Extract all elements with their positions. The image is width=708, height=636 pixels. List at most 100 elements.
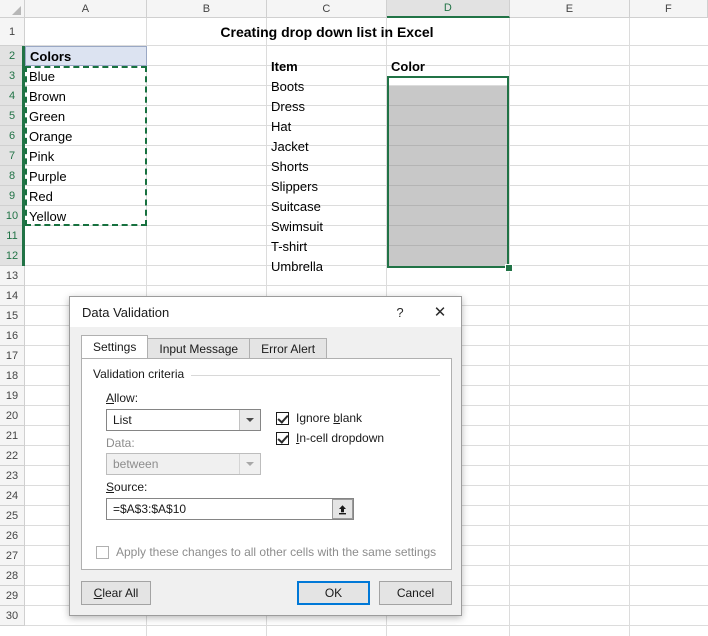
ignore-blank-checkbox[interactable]: [276, 411, 289, 425]
row-header-16[interactable]: 16: [0, 326, 25, 346]
column-header-b-label: B: [202, 2, 211, 15]
tab-error-alert[interactable]: Error Alert: [249, 338, 328, 358]
row-header-28[interactable]: 28: [0, 566, 25, 586]
row-header-18[interactable]: 18: [0, 366, 25, 386]
column-header-f[interactable]: F: [630, 0, 708, 18]
row-header-21-label: 21: [5, 429, 19, 442]
column-header-f-label: F: [665, 2, 672, 15]
cell-a4[interactable]: Brown: [25, 86, 147, 106]
cell-a3[interactable]: Blue: [25, 66, 147, 86]
row-header-19[interactable]: 19: [0, 386, 25, 406]
dialog-titlebar[interactable]: Data Validation ? ✕: [70, 297, 461, 327]
row-header-25[interactable]: 25: [0, 506, 25, 526]
row-header-17[interactable]: 17: [0, 346, 25, 366]
ok-button[interactable]: OK: [297, 581, 370, 605]
dialog-title: Data Validation: [82, 304, 170, 320]
row-header-18-label: 18: [5, 369, 19, 382]
gridline-col-e: [629, 18, 630, 636]
selection-fill-d4-d12: [389, 86, 507, 266]
row-header-22-label: 22: [5, 449, 19, 462]
chevron-down-icon[interactable]: [239, 410, 260, 430]
cell-a6[interactable]: Orange: [25, 126, 147, 146]
row-header-14[interactable]: 14: [0, 286, 25, 306]
source-value: =$A$3:$A$10: [113, 502, 187, 516]
ignore-blank-label: Ignore blank: [296, 411, 363, 425]
row-header-5-label: 5: [8, 109, 16, 122]
allow-select[interactable]: List: [106, 409, 261, 431]
dialog-body: Settings Input Message Error Alert Valid…: [70, 327, 461, 615]
row-header-15-label: 15: [5, 309, 19, 322]
row-header-2-label: 2: [8, 49, 16, 62]
column-header-d[interactable]: D: [387, 0, 510, 18]
cell-c2-item-header[interactable]: Item: [267, 56, 387, 76]
row-header-15[interactable]: 15: [0, 306, 25, 326]
column-header-c[interactable]: C: [267, 0, 387, 18]
row-header-21[interactable]: 21: [0, 426, 25, 446]
cell-title[interactable]: Creating drop down list in Excel: [147, 18, 507, 46]
cell-c12[interactable]: Umbrella: [267, 256, 387, 276]
row-header-24-label: 24: [5, 489, 19, 502]
ignore-blank-checkbox-row[interactable]: Ignore blank: [276, 411, 362, 425]
tab-input-message[interactable]: Input Message: [147, 338, 251, 358]
row-header-9-label: 9: [8, 189, 16, 202]
range-select-icon[interactable]: [332, 499, 353, 519]
cell-a5[interactable]: Green: [25, 106, 147, 126]
row-header-14-label: 14: [5, 289, 19, 302]
cell-c5[interactable]: Hat: [267, 116, 387, 136]
cell-c8[interactable]: Slippers: [267, 176, 387, 196]
column-header-b[interactable]: B: [147, 0, 267, 18]
cell-d2-color-header[interactable]: Color: [387, 56, 509, 76]
cell-a10[interactable]: Yellow: [25, 206, 147, 226]
cancel-label: Cancel: [396, 586, 435, 600]
cancel-button[interactable]: Cancel: [379, 581, 452, 605]
data-select: between: [106, 453, 261, 475]
row-header-13[interactable]: 13: [0, 266, 25, 286]
row-header-19-label: 19: [5, 389, 19, 402]
cell-c9[interactable]: Suitcase: [267, 196, 387, 216]
gridline-col-d: [509, 18, 510, 636]
source-input[interactable]: =$A$3:$A$10: [106, 498, 354, 520]
row-header-26-label: 26: [5, 529, 19, 542]
cell-c7[interactable]: Shorts: [267, 156, 387, 176]
cell-a8[interactable]: Purple: [25, 166, 147, 186]
in-cell-dropdown-checkbox-row[interactable]: In-cell dropdown: [276, 431, 384, 445]
row-header-24[interactable]: 24: [0, 486, 25, 506]
row-header-22[interactable]: 22: [0, 446, 25, 466]
cell-c10[interactable]: Swimsuit: [267, 216, 387, 236]
row-header-4-label: 4: [8, 89, 16, 102]
tab-settings[interactable]: Settings: [81, 335, 149, 358]
column-header-a[interactable]: A: [25, 0, 147, 18]
in-cell-dropdown-checkbox[interactable]: [276, 431, 289, 445]
row-header-23-label: 23: [5, 469, 19, 482]
row-header-30[interactable]: 30: [0, 606, 25, 626]
row-header-27[interactable]: 27: [0, 546, 25, 566]
cell-c6[interactable]: Jacket: [267, 136, 387, 156]
gridline-row-13: [25, 285, 708, 286]
cell-c4[interactable]: Dress: [267, 96, 387, 116]
cell-a9[interactable]: Red: [25, 186, 147, 206]
in-cell-dropdown-label: In-cell dropdown: [296, 431, 385, 445]
row-header-1[interactable]: 1: [0, 18, 25, 46]
close-icon[interactable]: ✕: [423, 297, 457, 327]
cell-a2-colors-header[interactable]: Colors: [25, 46, 147, 66]
apply-all-label: Apply these changes to all other cells w…: [116, 545, 437, 559]
row-header-23[interactable]: 23: [0, 466, 25, 486]
cell-a7[interactable]: Pink: [25, 146, 147, 166]
column-header-a-label: A: [81, 2, 90, 15]
row-header-20[interactable]: 20: [0, 406, 25, 426]
column-header-e[interactable]: E: [510, 0, 630, 18]
row-header-26[interactable]: 26: [0, 526, 25, 546]
clear-all-button[interactable]: Clear All: [81, 581, 151, 605]
row-header-25-label: 25: [5, 509, 19, 522]
validation-criteria-label: Validation criteria: [93, 367, 192, 381]
ok-label: OK: [324, 586, 343, 600]
data-validation-dialog: Data Validation ? ✕ Settings Input Messa…: [69, 296, 462, 616]
row-header-29[interactable]: 29: [0, 586, 25, 606]
cell-c3[interactable]: Boots: [267, 76, 387, 96]
help-icon[interactable]: ?: [383, 297, 417, 327]
select-all-corner[interactable]: [0, 0, 25, 18]
cell-c11[interactable]: T-shirt: [267, 236, 387, 256]
row-header-28-label: 28: [5, 569, 19, 582]
fill-handle[interactable]: [505, 264, 513, 272]
row-header-16-label: 16: [5, 329, 19, 342]
